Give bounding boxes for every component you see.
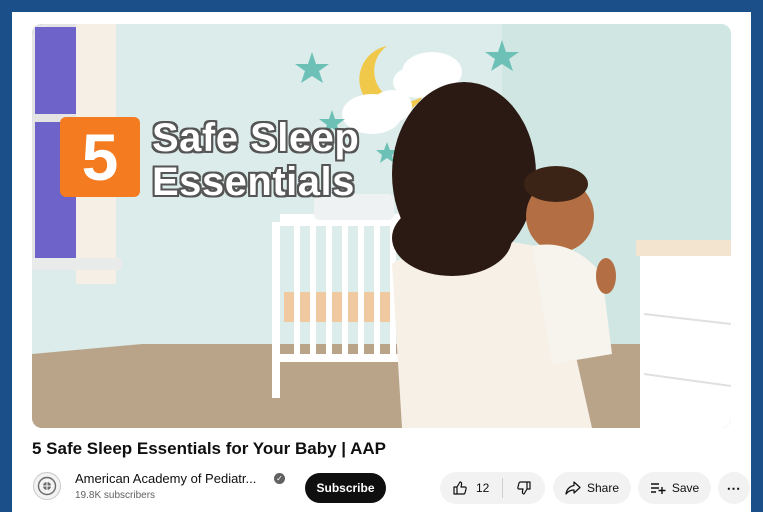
video-thumbnail[interactable]: 5 Safe Sleep Essentials <box>32 24 731 428</box>
share-arrow-icon <box>565 481 581 495</box>
channel-name[interactable]: American Academy of Pediatr... <box>75 471 256 486</box>
channel-avatar[interactable] <box>33 472 61 500</box>
share-label: Share <box>586 481 620 495</box>
thumbnail-illustration <box>32 24 731 428</box>
like-count: 12 <box>476 481 490 495</box>
aap-seal-icon <box>37 476 57 496</box>
thumbnail-title-line1: Safe Sleep <box>152 116 360 160</box>
save-label: Save <box>671 481 700 495</box>
thumbs-down-icon <box>516 480 532 496</box>
playlist-add-icon <box>650 482 666 494</box>
thumbnail-title-line2: Essentials <box>152 160 355 204</box>
dislike-button[interactable] <box>503 472 545 504</box>
share-button[interactable]: Share <box>553 472 631 504</box>
thumbs-up-icon <box>452 480 468 496</box>
subscribe-button[interactable]: Subscribe <box>305 473 386 503</box>
save-button[interactable]: Save <box>638 472 711 504</box>
more-actions-button[interactable]: ⋯ <box>718 472 750 504</box>
verified-checkmark-icon: ✓ <box>274 473 285 484</box>
video-title: 5 Safe Sleep Essentials for Your Baby | … <box>32 439 387 458</box>
number-badge: 5 <box>60 117 140 197</box>
video-panel: 5 Safe Sleep Essentials 5 Safe Sleep Ess… <box>12 12 751 512</box>
thumbnail-title: Safe Sleep Essentials <box>152 116 359 204</box>
like-button[interactable]: 12 <box>440 472 502 504</box>
subscriber-count: 19.8K subscribers <box>75 490 156 501</box>
like-dislike-group: 12 <box>440 472 545 504</box>
